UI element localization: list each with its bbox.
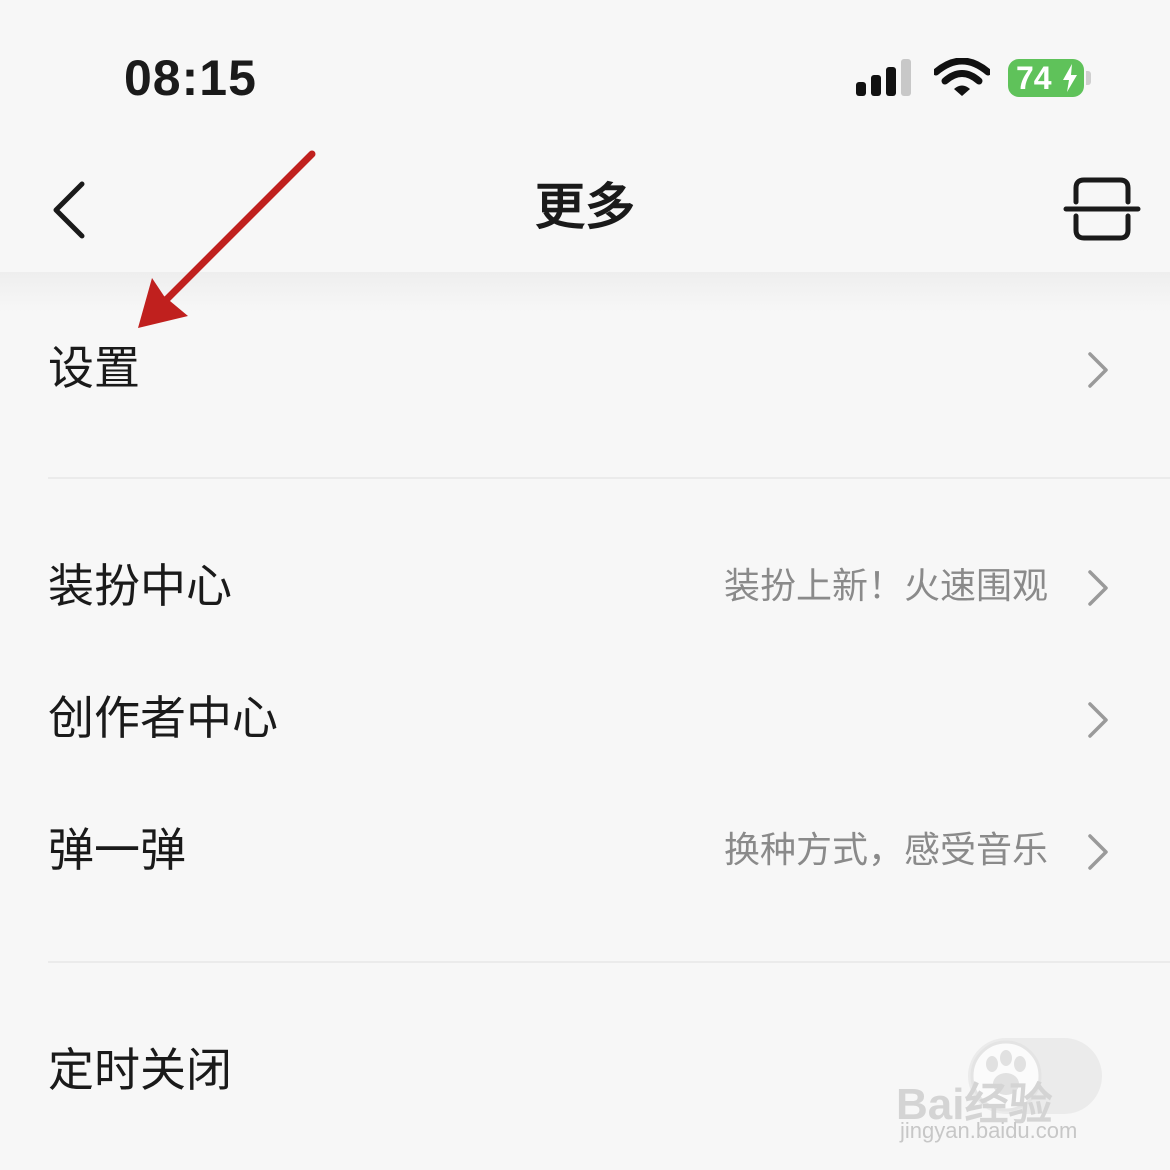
battery-level: 74	[1016, 60, 1052, 96]
cellular-signal-icon	[856, 59, 911, 96]
menu-item-label: 装扮中心	[48, 559, 232, 613]
menu-item-label: 创作者中心	[48, 691, 278, 745]
chevron-right-icon	[1088, 352, 1108, 388]
section-divider	[48, 477, 1170, 479]
section-divider	[48, 961, 1170, 963]
scan-icon[interactable]	[1062, 176, 1142, 242]
menu-item-bounce[interactable]: 弹一弹 换种方式，感受音乐	[0, 796, 1170, 906]
annotation-arrow-icon	[138, 150, 316, 328]
more-page: 08:15 74 更多 设置 装扮中心 装扮上新！火速围观 创作者中心 弹一弹 …	[0, 0, 1170, 1170]
battery-indicator: 74	[1008, 59, 1084, 97]
status-time: 08:15	[124, 50, 257, 106]
watermark-url: jingyan.baidu.com	[900, 1118, 1078, 1143]
menu-item-label: 设置	[48, 341, 140, 395]
wifi-icon	[934, 58, 990, 96]
bolt-icon	[1063, 64, 1077, 92]
menu-item-subtitle: 换种方式，感受音乐	[723, 830, 1048, 871]
menu-item-label: 弹一弹	[48, 823, 186, 877]
chevron-right-icon	[1088, 702, 1108, 738]
menu-item-dress-center[interactable]: 装扮中心 装扮上新！火速围观	[0, 532, 1170, 642]
battery-cap	[1086, 71, 1091, 85]
menu-item-creator-center[interactable]: 创作者中心	[0, 664, 1170, 774]
chevron-right-icon	[1088, 834, 1108, 870]
menu-item-label: 定时关闭	[48, 1043, 232, 1097]
menu-item-subtitle: 装扮上新！火速围观	[723, 566, 1048, 607]
chevron-right-icon	[1088, 570, 1108, 606]
